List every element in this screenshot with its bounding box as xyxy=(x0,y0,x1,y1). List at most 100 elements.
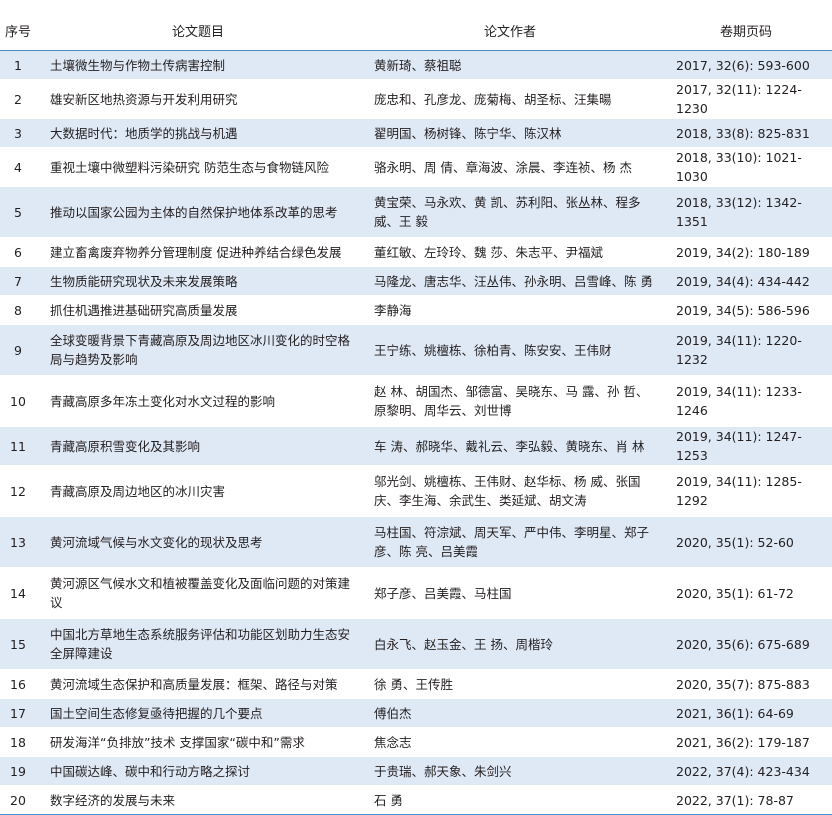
paper-table: 序号 论文题目 论文作者 卷期页码 1 土壤微生物与作物土传病害控制 黄新琦、蔡祖聪… xyxy=(0,10,832,815)
cell-authors: 徐 勇、王传胜 xyxy=(360,669,660,699)
table-row: 20 数字经济的发展与未来石 勇 2022, 37(1): 78-87 xyxy=(0,785,832,815)
cell-authors: 车 涛、郝晓华、戴礼云、李弘毅、黄晓东、肖 林 xyxy=(360,426,660,466)
cell-authors: 焦念志 xyxy=(360,727,660,757)
table-row: 6 建立畜禽废弃物养分管理制度 促进种养结合绿色发展 董红敏、左玲玲、魏 莎、朱志平… xyxy=(0,237,832,267)
cell-volume: 2020, 35(1): 61-72 xyxy=(660,567,832,619)
table-row: 11 青藏高原积雪变化及其影响车 涛、郝晓华、戴礼云、李弘毅、黄晓东、肖 林 201… xyxy=(0,426,832,466)
table-row: 7 生物质能研究现状及未来发展策略 马隆龙、唐志华、汪丛伟、孙永明、吕雪峰、陈 勇2… xyxy=(0,266,832,296)
table-row: 16 黄河流域生态保护和高质量发展：框架、路径与对策徐 勇、王传胜 2020, 35… xyxy=(0,669,832,699)
table-row: 19 中国碳达峰、碳中和行动方略之探讨 于贵瑞、郝天象、朱剑兴 2022, 37(4)… xyxy=(0,756,832,786)
cell-title: 大数据时代：地质学的挑战与机遇 xyxy=(36,118,360,148)
cell-authors: 黄新琦、蔡祖聪 xyxy=(360,50,660,80)
cell-title: 黄河源区气候水文和植被覆盖变化及面临问题的对策建议 xyxy=(36,567,360,619)
cell-volume: 2020, 35(6): 675-689 xyxy=(660,618,832,670)
header-no: 序号 xyxy=(0,10,36,51)
cell-no: 1 xyxy=(0,50,36,80)
cell-volume: 2017, 32(11): 1224-1230 xyxy=(660,79,832,119)
cell-title: 推动以国家公园为主体的自然保护地体系改革的思考 xyxy=(36,186,360,238)
cell-volume: 2018, 33(8): 825-831 xyxy=(660,118,832,148)
cell-title: 雄安新区地热资源与开发利用研究 xyxy=(36,79,360,119)
cell-authors: 翟明国、杨树锋、陈宁华、陈汉林 xyxy=(360,118,660,148)
header-volume: 卷期页码 xyxy=(660,10,832,51)
cell-volume: 2018, 33(12): 1342-1351 xyxy=(660,186,832,238)
cell-title: 中国北方草地生态系统服务评估和功能区划助力生态安全屏障建设 xyxy=(36,618,360,670)
header-title: 论文题目 xyxy=(36,10,360,51)
cell-title: 生物质能研究现状及未来发展策略 xyxy=(36,266,360,296)
cell-volume: 2020, 35(1): 52-60 xyxy=(660,516,832,568)
cell-no: 10 xyxy=(0,375,36,427)
cell-no: 3 xyxy=(0,118,36,148)
cell-authors: 石 勇 xyxy=(360,785,660,815)
cell-title: 重视土壤中微塑料污染研究 防范生态与食物链风险 xyxy=(36,147,360,187)
table-row: 18 研发海洋“负排放”技术 支撑国家“碳中和”需求 焦念志 2021, 36(2):… xyxy=(0,727,832,757)
cell-no: 4 xyxy=(0,147,36,187)
table-body: 1 土壤微生物与作物土传病害控制 黄新琦、蔡祖聪 2017, 32(6): 593-6… xyxy=(0,50,832,815)
cell-no: 16 xyxy=(0,669,36,699)
cell-volume: 2019, 34(11): 1247-1253 xyxy=(660,426,832,466)
cell-title: 全球变暖背景下青藏高原及周边地区冰川变化的时空格局与趋势及影响 xyxy=(36,324,360,376)
cell-no: 12 xyxy=(0,465,36,517)
cell-authors: 庞忠和、孔彦龙、庞菊梅、胡圣标、汪集暘 xyxy=(360,79,660,119)
table-row: 10 青藏高原多年冻土变化对水文过程的影响赵 林、胡国杰、邹德富、吴晓东、马 露、… xyxy=(0,375,832,427)
cell-title: 青藏高原及周边地区的冰川灾害 xyxy=(36,465,360,517)
cell-title: 中国碳达峰、碳中和行动方略之探讨 xyxy=(36,756,360,786)
cell-title: 研发海洋“负排放”技术 支撑国家“碳中和”需求 xyxy=(36,727,360,757)
cell-no: 14 xyxy=(0,567,36,619)
cell-volume: 2019, 34(5): 586-596 xyxy=(660,295,832,325)
header-authors: 论文作者 xyxy=(360,10,660,51)
cell-volume: 2019, 34(4): 434-442 xyxy=(660,266,832,296)
cell-title: 青藏高原多年冻土变化对水文过程的影响 xyxy=(36,375,360,427)
cell-no: 2 xyxy=(0,79,36,119)
cell-title: 抓住机遇推进基础研究高质量发展 xyxy=(36,295,360,325)
table-row: 5 推动以国家公园为主体的自然保护地体系改革的思考 黄宝荣、马永欢、黄 凯、苏利阳、… xyxy=(0,186,832,238)
cell-title: 数字经济的发展与未来 xyxy=(36,785,360,815)
table-row: 9 全球变暖背景下青藏高原及周边地区冰川变化的时空格局与趋势及影响 王宁练、姚檀栋、… xyxy=(0,324,832,376)
table-row: 8 抓住机遇推进基础研究高质量发展 李静海 2019, 34(5): 586-596 xyxy=(0,295,832,325)
table-row: 15 中国北方草地生态系统服务评估和功能区划助力生态安全屏障建设 白永飞、赵玉金、王… xyxy=(0,618,832,670)
cell-authors: 黄宝荣、马永欢、黄 凯、苏利阳、张丛林、程多威、王 毅 xyxy=(360,186,660,238)
cell-volume: 2019, 34(2): 180-189 xyxy=(660,237,832,267)
table-row: 17 国土空间生态修复亟待把握的几个要点 傅伯杰 2021, 36(1): 64-69 xyxy=(0,698,832,728)
cell-no: 11 xyxy=(0,426,36,466)
cell-authors: 傅伯杰 xyxy=(360,698,660,728)
cell-authors: 王宁练、姚檀栋、徐柏青、陈安安、王伟财 xyxy=(360,324,660,376)
cell-no: 7 xyxy=(0,266,36,296)
table-header: 序号 论文题目 论文作者 卷期页码 xyxy=(0,10,832,51)
table-row: 13 黄河流域气候与水文变化的现状及思考 马柱国、符淙斌、周天军、严中伟、李明星、郑… xyxy=(0,516,832,568)
cell-authors: 马柱国、符淙斌、周天军、严中伟、李明星、郑子彦、陈 亮、吕美霞 xyxy=(360,516,660,568)
cell-volume: 2019, 34(11): 1233-1246 xyxy=(660,375,832,427)
cell-authors: 李静海 xyxy=(360,295,660,325)
table-row: 14 黄河源区气候水文和植被覆盖变化及面临问题的对策建议 郑子彦、吕美霞、马柱国 20… xyxy=(0,567,832,619)
cell-authors: 于贵瑞、郝天象、朱剑兴 xyxy=(360,756,660,786)
cell-authors: 郑子彦、吕美霞、马柱国 xyxy=(360,567,660,619)
cell-volume: 2021, 36(1): 64-69 xyxy=(660,698,832,728)
cell-no: 18 xyxy=(0,727,36,757)
cell-volume: 2021, 36(2): 179-187 xyxy=(660,727,832,757)
cell-title: 黄河流域生态保护和高质量发展：框架、路径与对策 xyxy=(36,669,360,699)
cell-volume: 2020, 35(7): 875-883 xyxy=(660,669,832,699)
cell-title: 青藏高原积雪变化及其影响 xyxy=(36,426,360,466)
cell-no: 17 xyxy=(0,698,36,728)
cell-volume: 2019, 34(11): 1285-1292 xyxy=(660,465,832,517)
header-row: 序号 论文题目 论文作者 卷期页码 xyxy=(0,10,832,51)
cell-no: 19 xyxy=(0,756,36,786)
cell-volume: 2017, 32(6): 593-600 xyxy=(660,50,832,80)
cell-no: 9 xyxy=(0,324,36,376)
cell-no: 13 xyxy=(0,516,36,568)
table-row: 3 大数据时代：地质学的挑战与机遇 翟明国、杨树锋、陈宁华、陈汉林 2018, 33(… xyxy=(0,118,832,148)
cell-volume: 2018, 33(10): 1021-1030 xyxy=(660,147,832,187)
cell-title: 国土空间生态修复亟待把握的几个要点 xyxy=(36,698,360,728)
cell-title: 黄河流域气候与水文变化的现状及思考 xyxy=(36,516,360,568)
cell-authors: 邬光剑、姚檀栋、王伟财、赵华标、杨 威、张国庆、李生海、余武生、类延斌、胡文涛 xyxy=(360,465,660,517)
cell-authors: 董红敏、左玲玲、魏 莎、朱志平、尹福斌 xyxy=(360,237,660,267)
table-row: 12 青藏高原及周边地区的冰川灾害 邬光剑、姚檀栋、王伟财、赵华标、杨 威、张国庆、… xyxy=(0,465,832,517)
cell-volume: 2022, 37(4): 423-434 xyxy=(660,756,832,786)
table-row: 4 重视土壤中微塑料污染研究 防范生态与食物链风险 骆永明、周 倩、章海波、涂晨、李… xyxy=(0,147,832,187)
cell-no: 5 xyxy=(0,186,36,238)
cell-volume: 2022, 37(1): 78-87 xyxy=(660,785,832,815)
cell-volume: 2019, 34(11): 1220-1232 xyxy=(660,324,832,376)
cell-no: 6 xyxy=(0,237,36,267)
cell-authors: 赵 林、胡国杰、邹德富、吴晓东、马 露、孙 哲、原黎明、周华云、刘世博 xyxy=(360,375,660,427)
cell-title: 土壤微生物与作物土传病害控制 xyxy=(36,50,360,80)
cell-no: 8 xyxy=(0,295,36,325)
